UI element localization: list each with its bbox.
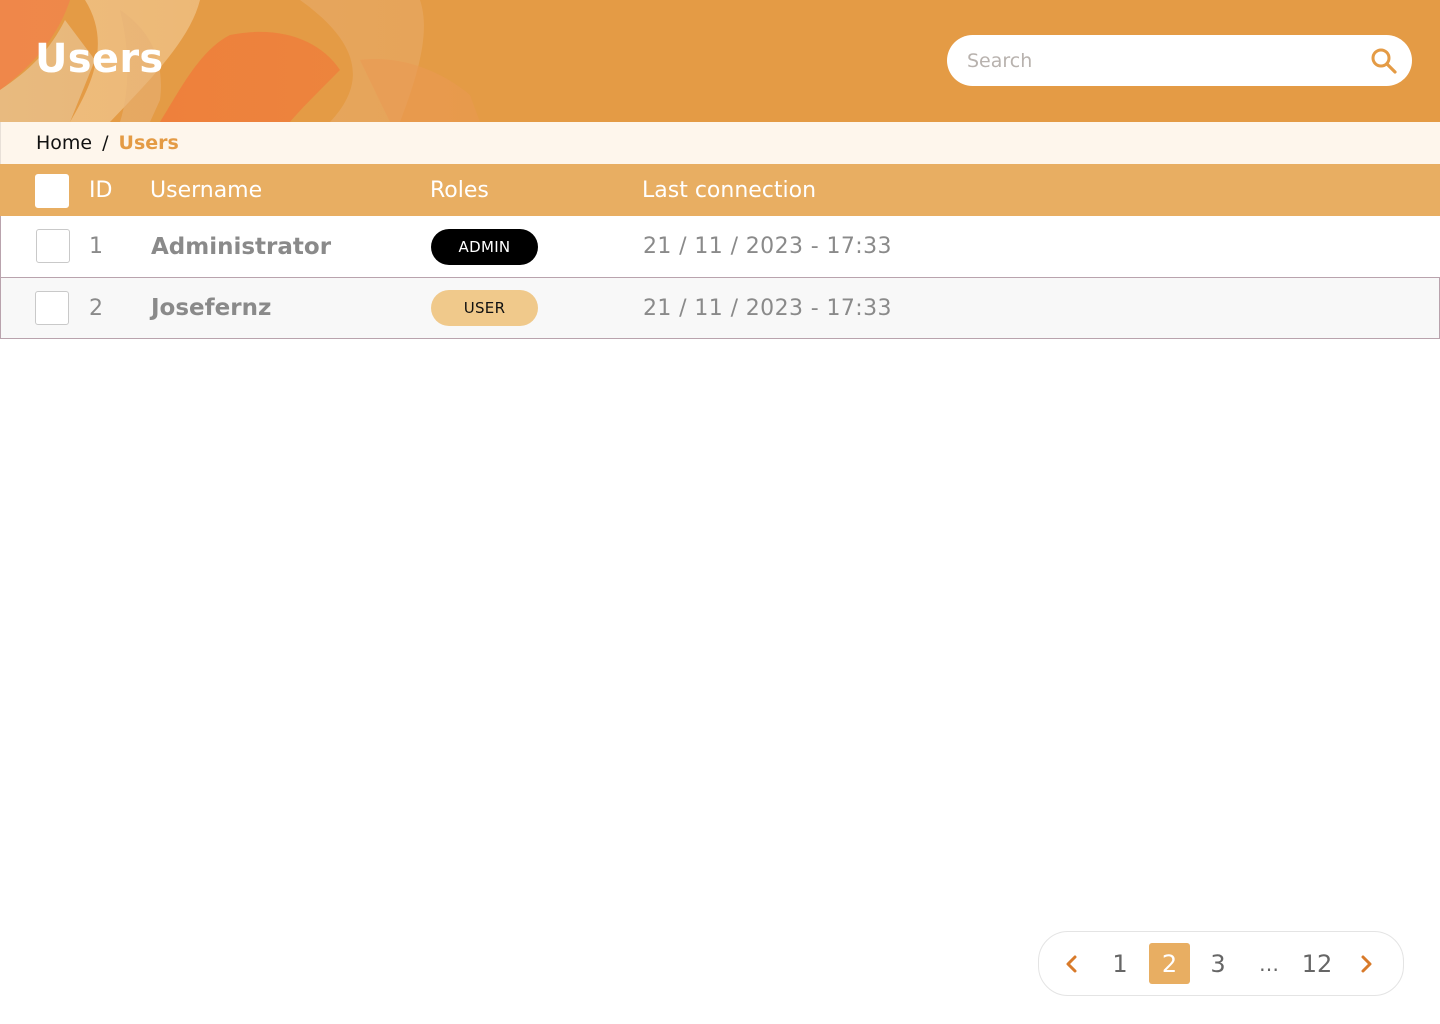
page-title: Users [35, 36, 164, 82]
row-username: Administrator [151, 233, 332, 260]
users-page: Users Home / Users ID Username Roles Las… [0, 0, 1440, 1024]
role-badge-admin: ADMIN [431, 228, 538, 265]
table-row[interactable]: 1 Administrator ADMIN 21 / 11 / 2023 - 1… [0, 216, 1440, 278]
search-icon[interactable] [1370, 47, 1398, 75]
column-header-last-connection[interactable]: Last connection [642, 164, 816, 216]
row-username: Josefernz [151, 295, 272, 321]
row-id: 1 [89, 234, 103, 259]
search-box[interactable] [947, 35, 1412, 86]
page-button-2[interactable]: 2 [1149, 943, 1190, 984]
pagination: 1 2 3 … 12 [1038, 931, 1404, 996]
column-header-id[interactable]: ID [89, 164, 112, 216]
previous-page-button[interactable] [1057, 943, 1087, 984]
row-last-connection: 21 / 11 / 2023 - 17:33 [643, 295, 892, 321]
page-button-12[interactable]: 12 [1297, 943, 1337, 984]
row-role-cell: USER [431, 278, 538, 338]
table-row[interactable]: 2 Josefernz USER 21 / 11 / 2023 - 17:33 [0, 277, 1440, 339]
page-button-3[interactable]: 3 [1203, 943, 1233, 984]
chevron-right-icon [1361, 955, 1372, 972]
row-last-connection: 21 / 11 / 2023 - 17:33 [643, 234, 892, 259]
row-checkbox[interactable] [35, 291, 69, 325]
page-header: Users [0, 0, 1440, 122]
row-role-cell: ADMIN [431, 216, 538, 277]
page-button-1[interactable]: 1 [1105, 943, 1135, 984]
breadcrumb: Home / Users [0, 122, 1440, 164]
table-header: ID Username Roles Last connection [0, 164, 1440, 216]
chevron-left-icon [1066, 955, 1077, 972]
column-header-roles[interactable]: Roles [430, 164, 489, 216]
select-all-checkbox[interactable] [35, 174, 69, 208]
row-checkbox[interactable] [36, 229, 70, 263]
page-ellipsis: … [1259, 951, 1279, 976]
row-id: 2 [89, 295, 103, 321]
search-input[interactable] [967, 35, 1357, 86]
role-badge-user: USER [431, 290, 538, 326]
breadcrumb-current: Users [118, 132, 179, 154]
breadcrumb-home-link[interactable]: Home [36, 132, 92, 154]
breadcrumb-separator: / [102, 132, 109, 154]
column-header-username[interactable]: Username [150, 164, 262, 216]
next-page-button[interactable] [1351, 943, 1381, 984]
